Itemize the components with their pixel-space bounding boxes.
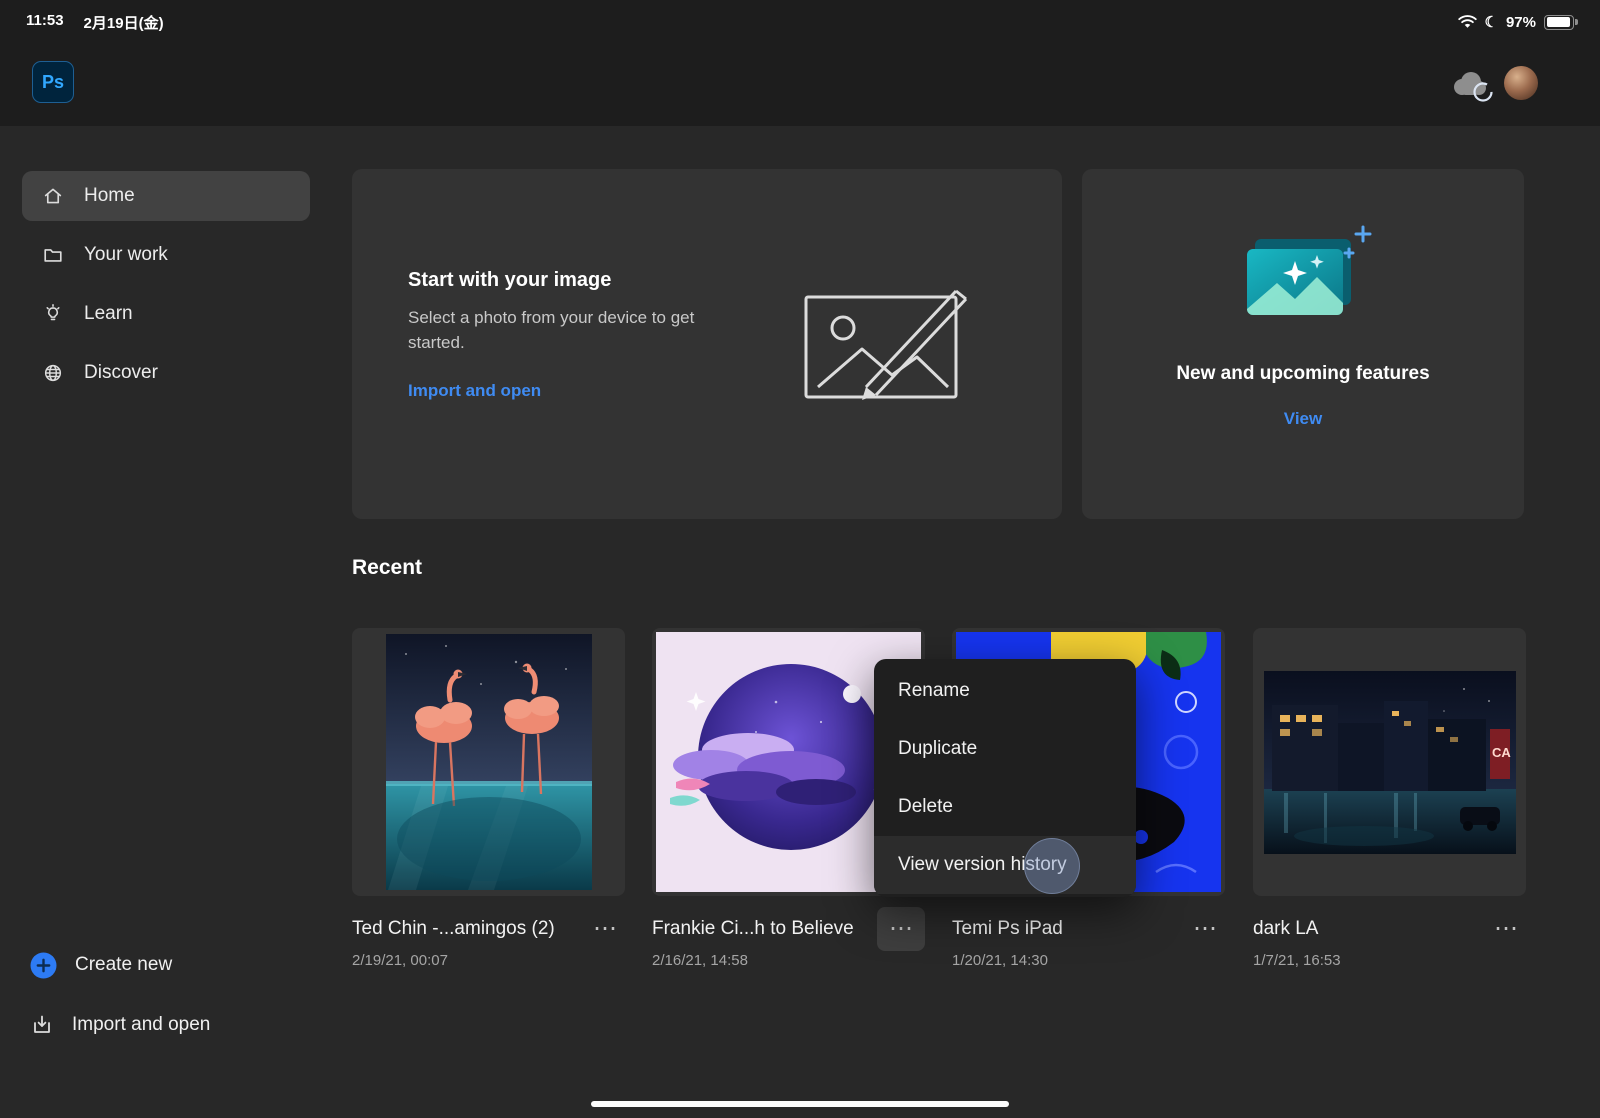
menu-item-delete[interactable]: Delete (874, 778, 1136, 836)
doc-date: 1/20/21, 14:30 (952, 952, 1225, 969)
doc-title: Frankie Ci...h to Believe (652, 918, 877, 940)
more-options-button-open[interactable]: ⋯ (877, 907, 925, 951)
sidebar-item-home[interactable]: Home (22, 171, 310, 221)
plus-circle-icon (30, 952, 57, 979)
sidebar-item-your-work[interactable]: Your work (22, 230, 310, 280)
recent-doc-dark-la: CA dark LA ⋯ 1/7/21, 16:53 (1253, 628, 1526, 969)
more-options-button[interactable]: ⋯ (1486, 913, 1526, 945)
import-and-open-button[interactable]: Import and open (30, 1004, 210, 1046)
status-bar: 11:53 2月19日(金) ☾ 97% (0, 0, 1600, 38)
photoshop-ipad-home: 11:53 2月19日(金) ☾ 97% Ps (0, 0, 1600, 1118)
status-date: 2月19日(金) (84, 12, 164, 33)
context-menu: Rename Duplicate Delete View version his… (874, 659, 1136, 897)
image-placeholder-icon (800, 279, 985, 411)
lightbulb-icon (42, 303, 64, 325)
doc-title-row: Ted Chin -...amingos (2) ⋯ (352, 908, 625, 950)
more-options-button[interactable]: ⋯ (585, 913, 625, 945)
menu-item-rename[interactable]: Rename (874, 662, 1136, 720)
sidebar-item-label: Discover (84, 362, 158, 384)
battery-fill (1547, 17, 1571, 27)
top-chrome: 11:53 2月19日(金) ☾ 97% Ps (0, 0, 1600, 126)
start-card-title: Start with your image (408, 269, 713, 292)
doc-date: 1/7/21, 16:53 (1253, 952, 1526, 969)
doc-date: 2/16/21, 14:58 (652, 952, 925, 969)
wifi-icon (1458, 15, 1477, 29)
folder-icon (42, 244, 64, 266)
city-sign-text: CA (1492, 745, 1511, 760)
status-time: 11:53 (26, 12, 64, 33)
battery-icon (1544, 15, 1574, 30)
doc-thumbnail[interactable]: CA (1253, 628, 1526, 896)
cloud-sync-icon[interactable] (1448, 70, 1494, 104)
start-card-description: Select a photo from your device to get s… (408, 306, 713, 355)
profile-avatar[interactable] (1504, 66, 1538, 100)
import-and-open-label: Import and open (72, 1014, 210, 1036)
import-and-open-link[interactable]: Import and open (408, 381, 541, 401)
doc-thumbnail[interactable] (352, 628, 625, 896)
view-link[interactable]: View (1284, 409, 1322, 429)
touch-indicator (1024, 838, 1080, 894)
create-new-button[interactable]: Create new (30, 944, 172, 986)
home-indicator[interactable] (591, 1101, 1009, 1107)
doc-title-row: Temi Ps iPad ⋯ (952, 908, 1225, 950)
sidebar-item-label: Your work (84, 244, 168, 266)
sidebar-item-learn[interactable]: Learn (22, 289, 310, 339)
features-card-title: New and upcoming features (1082, 363, 1524, 385)
do-not-disturb-moon-icon: ☾ (1485, 15, 1498, 30)
status-right: ☾ 97% (1458, 14, 1574, 31)
doc-title-row: Frankie Ci...h to Believe ⋯ (652, 908, 925, 950)
doc-title-row: dark LA ⋯ (1253, 908, 1526, 950)
new-features-card: New and upcoming features View (1082, 169, 1524, 519)
create-new-label: Create new (75, 954, 172, 976)
doc-title: dark LA (1253, 918, 1486, 940)
features-illustration (1223, 223, 1383, 341)
sidebar-item-label: Learn (84, 303, 133, 325)
recent-heading: Recent (352, 556, 422, 580)
recent-doc-flamingos: Ted Chin -...amingos (2) ⋯ 2/19/21, 00:0… (352, 628, 625, 969)
home-icon (42, 185, 64, 207)
photoshop-logo: Ps (32, 61, 74, 103)
sidebar-item-discover[interactable]: Discover (22, 348, 310, 398)
doc-date: 2/19/21, 00:07 (352, 952, 625, 969)
more-options-button[interactable]: ⋯ (1185, 913, 1225, 945)
sidebar-item-label: Home (84, 185, 135, 207)
doc-title: Ted Chin -...amingos (2) (352, 918, 585, 940)
photoshop-logo-text: Ps (42, 72, 64, 93)
import-icon (30, 1013, 54, 1037)
globe-icon (42, 362, 64, 384)
doc-title: Temi Ps iPad (952, 918, 1185, 940)
flamingo-artwork (386, 634, 592, 890)
night-city-artwork: CA (1264, 671, 1516, 854)
status-left: 11:53 2月19日(金) (26, 12, 164, 33)
start-with-image-card: Start with your image Select a photo fro… (352, 169, 1062, 519)
battery-percent: 97% (1506, 14, 1536, 31)
menu-item-view-version-history[interactable]: View version history (874, 836, 1136, 894)
start-card-text: Start with your image Select a photo fro… (408, 269, 713, 401)
menu-item-duplicate[interactable]: Duplicate (874, 720, 1136, 778)
